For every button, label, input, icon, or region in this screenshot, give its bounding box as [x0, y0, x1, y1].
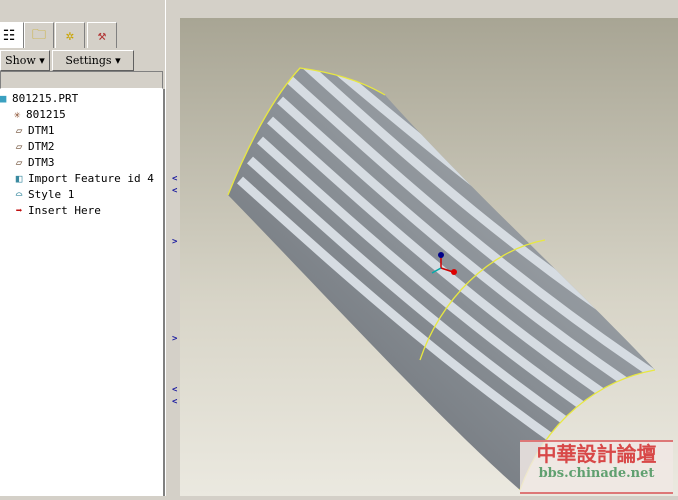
settings-button[interactable]: Settings ▾: [52, 50, 134, 71]
tree-item-label: Style 1: [28, 187, 75, 201]
collapse-left-icon[interactable]: <: [172, 397, 177, 407]
tab-tools[interactable]: ⚒: [87, 22, 117, 48]
tree-item-dtm3[interactable]: ▱ DTM3: [12, 154, 55, 170]
csys-icon: ✳: [13, 107, 21, 121]
show-label: Show: [5, 54, 36, 67]
tree-item-import-feature[interactable]: ◧ Import Feature id 4: [12, 170, 154, 186]
watermark-title: 中華設計論壇: [536, 442, 657, 466]
tree-item-dtm2[interactable]: ▱ DTM2: [12, 138, 55, 154]
part-icon: ■: [0, 91, 7, 105]
tab-favorites[interactable]: ✲: [55, 22, 85, 48]
collapse-left-icon[interactable]: <: [172, 174, 177, 184]
panel-splitter[interactable]: < < > > < <: [165, 0, 181, 496]
tree-item-csys[interactable]: ✳ 801215: [10, 106, 66, 122]
expand-right-icon[interactable]: >: [172, 237, 177, 247]
watermark: 中華設計論壇 bbs.chinade.net: [520, 440, 673, 494]
tree-item-label: DTM2: [28, 139, 55, 153]
tree-item-label: 801215.PRT: [12, 91, 79, 105]
surface-model: [227, 67, 656, 491]
folder-star-icon: ✲: [65, 27, 75, 44]
style-surface-icon: ⌓: [15, 187, 23, 201]
tree-item-label: Import Feature id 4: [28, 171, 154, 185]
datum-plane-icon: ▱: [15, 155, 23, 169]
tree-item-insert-here[interactable]: ➡ Insert Here: [12, 202, 101, 218]
tree-item-label: 801215: [26, 107, 66, 121]
model-tree-icon: ☷: [2, 27, 16, 44]
show-button[interactable]: Show ▾: [0, 50, 50, 71]
datum-plane-icon: ▱: [15, 123, 23, 137]
tree-column-header[interactable]: [0, 71, 163, 89]
layers-folder-icon: 🗀: [32, 26, 46, 43]
tab-model-tree[interactable]: ☷: [0, 22, 24, 48]
model-tree: ■ 801215.PRT ✳ 801215 ▱ DTM1 ▱ DTM2 ▱ DTM3 ◧ I…: [0, 89, 165, 496]
navigator-panel: ☷ 🗀 ✲ ⚒ Show ▾ Settings ▾ ■ 801215.PRT ✳ 8…: [0, 0, 165, 496]
import-feature-icon: ◧: [15, 171, 23, 185]
tree-item-style[interactable]: ⌓ Style 1: [12, 186, 75, 202]
tree-item-label: DTM3: [28, 155, 55, 169]
settings-label: Settings: [65, 54, 112, 67]
expand-right-icon[interactable]: >: [172, 334, 177, 344]
collapse-left-icon[interactable]: <: [172, 385, 177, 395]
graphics-viewport[interactable]: [180, 18, 678, 496]
tree-item-label: Insert Here: [28, 203, 101, 217]
tools-folder-icon: ⚒: [97, 27, 107, 44]
tree-item-label: DTM1: [28, 123, 55, 137]
tree-item-dtm1[interactable]: ▱ DTM1: [12, 122, 55, 138]
tab-layers[interactable]: 🗀: [24, 22, 54, 48]
insert-arrow-icon: ➡: [15, 203, 23, 217]
toolbar-area: [180, 0, 678, 18]
datum-plane-icon: ▱: [15, 139, 23, 153]
tree-item-part[interactable]: ■ 801215.PRT: [0, 90, 78, 106]
collapse-left-icon[interactable]: <: [172, 186, 177, 196]
watermark-url: bbs.chinade.net: [538, 466, 655, 481]
